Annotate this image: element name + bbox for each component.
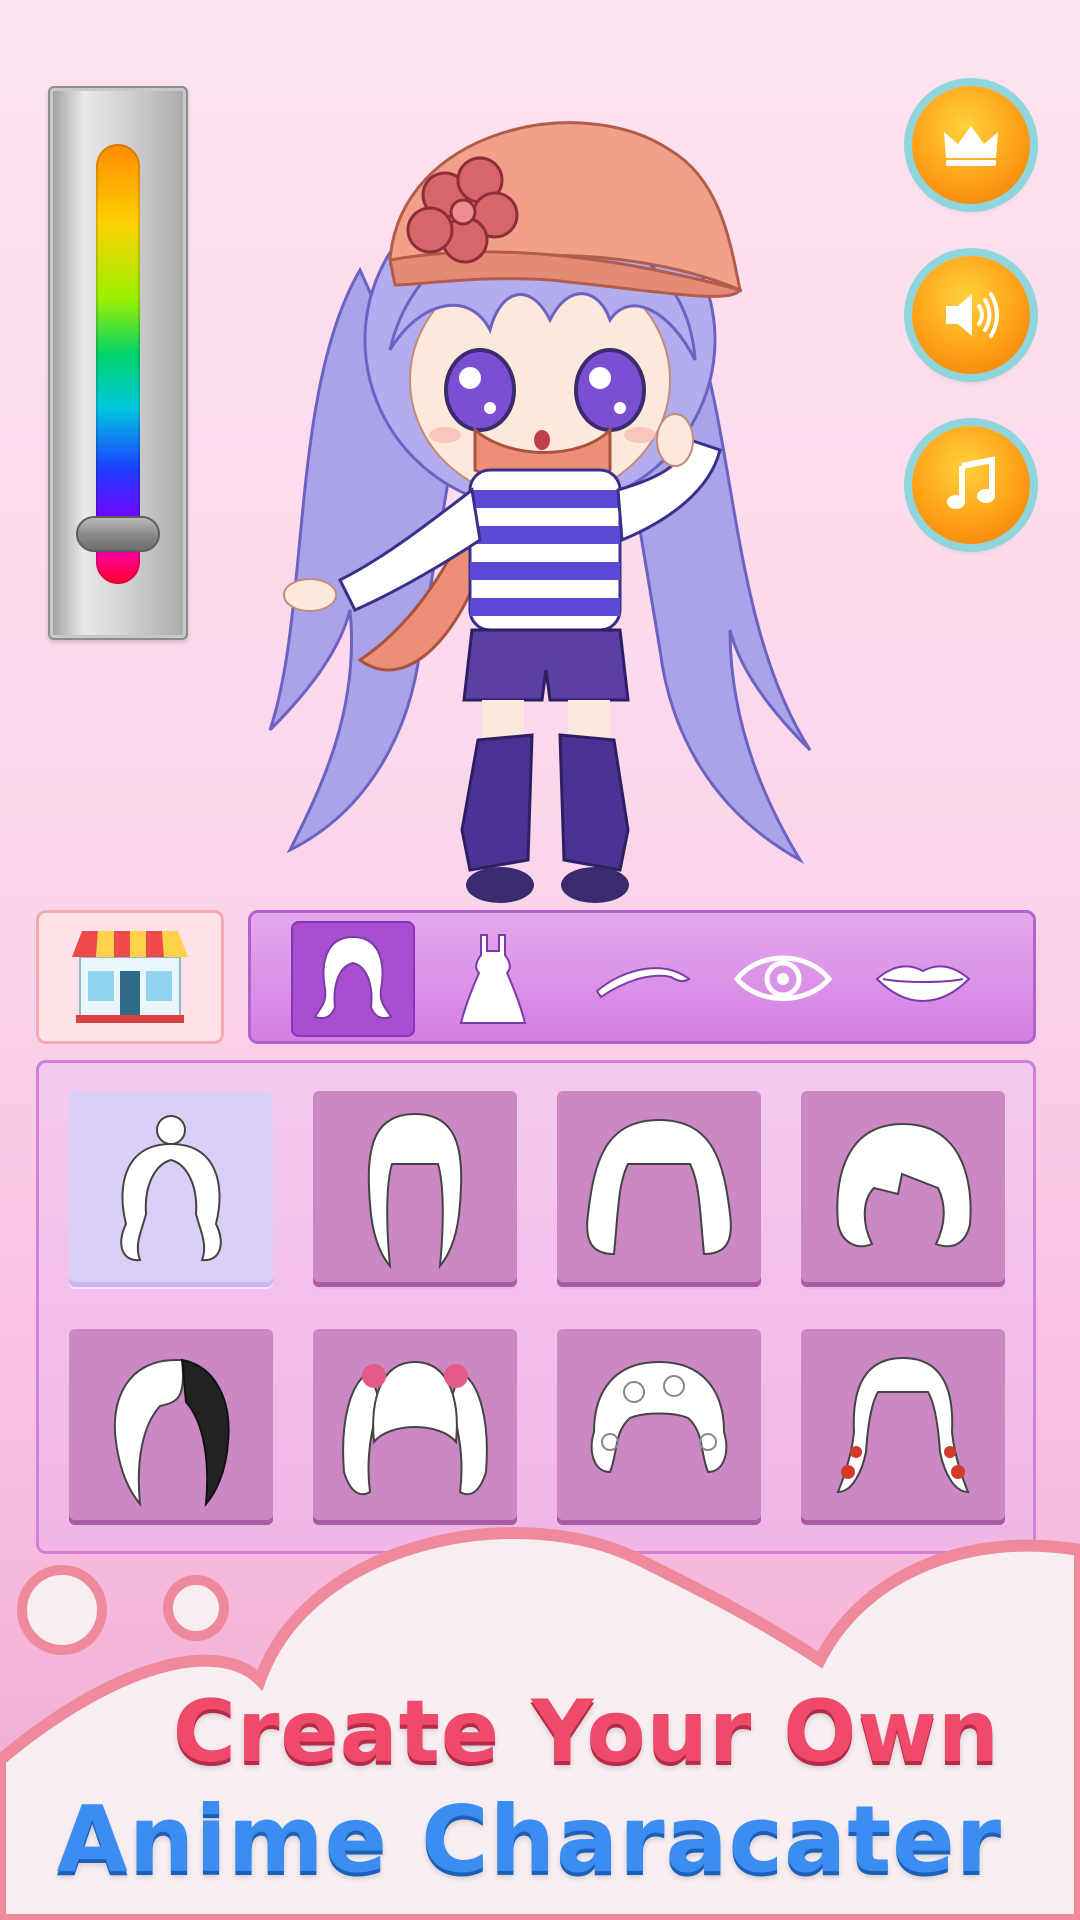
music-button[interactable] [912,426,1030,544]
hair-long-straight-icon [367,1112,463,1270]
tab-dress[interactable] [431,921,555,1037]
hair-option-1[interactable] [69,1091,273,1287]
music-note-icon [947,456,995,509]
tab-eyebrows[interactable] [581,921,705,1037]
shop-button[interactable] [36,910,224,1044]
hair-option-4[interactable] [801,1091,1005,1287]
lips-icon [875,965,971,1003]
speaker-icon [946,292,999,338]
hair-short-bob-icon [836,1122,972,1248]
tab-hair[interactable] [291,921,415,1037]
banner-headline-line2: Anime Characater [56,1786,1002,1893]
tab-eyes[interactable] [721,921,845,1037]
dress-icon [459,934,527,1024]
category-tab-bar [248,910,1036,1044]
hair-option-2[interactable] [313,1091,517,1287]
banner-headline-line1: Create Your Own [172,1682,1000,1782]
eye-icon [733,955,833,1001]
hair-bob-bangs-icon [586,1118,732,1256]
sound-button[interactable] [912,256,1030,374]
tab-lips[interactable] [861,921,985,1037]
eyebrow-icon [595,967,691,999]
hair-icon [313,935,393,1019]
premium-button[interactable] [912,86,1030,204]
character-preview [268,121,812,903]
color-slider-thumb[interactable] [76,516,160,552]
crown-icon [944,126,998,166]
hair-bun-curls-icon [120,1115,222,1262]
shop-icon [72,931,188,1023]
color-slider[interactable] [48,86,188,640]
hair-option-3[interactable] [557,1091,761,1287]
